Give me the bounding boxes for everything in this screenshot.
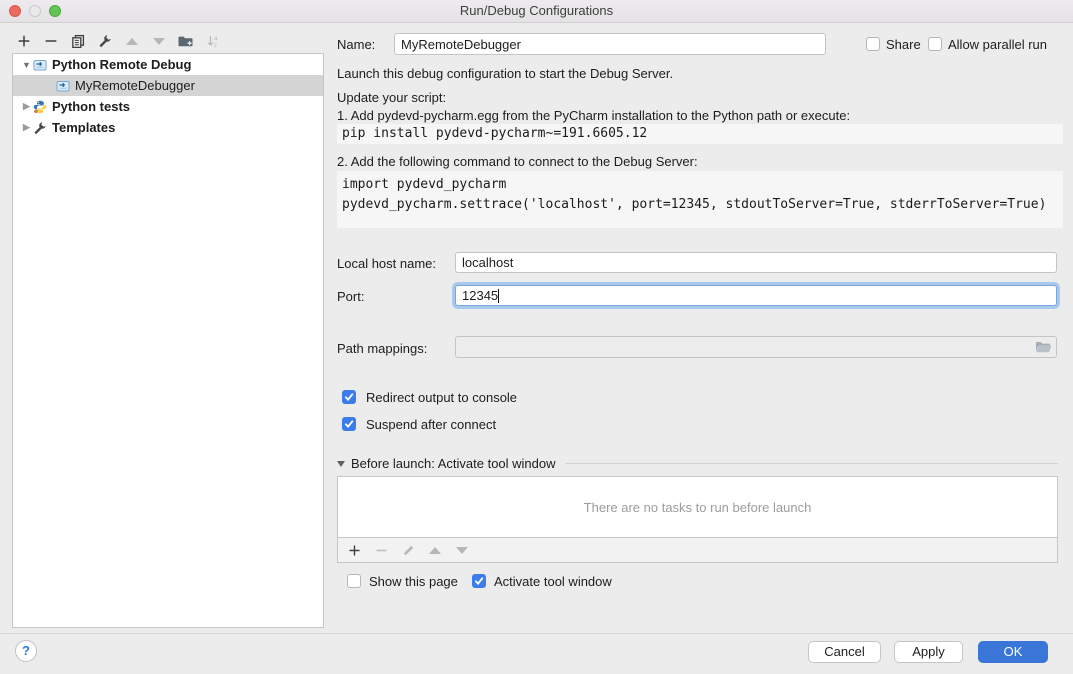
allow-parallel-run-checkbox[interactable]: [928, 37, 942, 51]
minus-icon: [375, 544, 388, 557]
folder-icon: [1035, 340, 1052, 354]
header-rule: [565, 463, 1058, 464]
tree-item-myremotedebugger[interactable]: MyRemoteDebugger: [13, 75, 323, 96]
share-checkbox[interactable]: [866, 37, 880, 51]
suspend-after-connect-checkbox[interactable]: [342, 417, 356, 431]
titlebar[interactable]: Run/Debug Configurations: [0, 0, 1073, 23]
before-launch-task-list[interactable]: There are no tasks to run before launch: [337, 476, 1058, 538]
apply-button[interactable]: Apply: [894, 641, 963, 663]
plus-icon: [348, 544, 361, 557]
name-input[interactable]: [394, 33, 826, 55]
move-down-button[interactable]: [149, 31, 169, 51]
configurations-tree: ▼ Python Remote Debug MyRemoteDebugger ▶…: [12, 53, 324, 628]
activate-tool-window-label: Activate tool window: [494, 574, 612, 589]
pencil-icon: [402, 544, 415, 557]
down-arrow-icon: [153, 38, 165, 45]
local-host-name-input[interactable]: [455, 252, 1057, 273]
up-arrow-icon: [126, 38, 138, 45]
path-mappings-label: Path mappings:: [337, 341, 427, 356]
sort-configurations-button[interactable]: az: [203, 31, 223, 51]
cancel-button[interactable]: Cancel: [808, 641, 881, 663]
up-arrow-icon: [429, 547, 441, 554]
step2-text: 2. Add the following command to connect …: [337, 154, 698, 169]
move-task-down-button[interactable]: [452, 540, 472, 560]
ok-button[interactable]: OK: [978, 641, 1048, 663]
pip-install-code: pip install pydevd-pycharm~=191.6605.12: [337, 124, 1063, 144]
allow-parallel-run-label: Allow parallel run: [948, 37, 1047, 52]
new-folder-icon: [178, 34, 194, 48]
edit-task-button[interactable]: [398, 540, 418, 560]
add-configuration-button[interactable]: [14, 31, 34, 51]
activate-tool-window-checkbox[interactable]: [472, 574, 486, 588]
copy-configuration-button[interactable]: [68, 31, 88, 51]
run-config-icon: [33, 58, 47, 71]
svg-text:a: a: [214, 36, 218, 42]
suspend-after-connect-label: Suspend after connect: [366, 417, 496, 432]
copy-icon: [71, 34, 85, 48]
move-up-button[interactable]: [122, 31, 142, 51]
expand-arrow-icon[interactable]: ▶: [20, 101, 33, 112]
tree-item-label: Python tests: [52, 99, 130, 114]
footer-divider: [0, 633, 1073, 634]
move-task-up-button[interactable]: [425, 540, 445, 560]
before-launch-header[interactable]: Before launch: Activate tool window: [337, 456, 1058, 471]
tree-item-templates[interactable]: ▶ Templates: [13, 117, 323, 138]
redirect-output-checkbox[interactable]: [342, 390, 356, 404]
tree-item-python-remote-debug[interactable]: ▼ Python Remote Debug: [13, 54, 323, 75]
remove-configuration-button[interactable]: [41, 31, 61, 51]
local-host-name-label: Local host name:: [337, 256, 436, 271]
redirect-output-label: Redirect output to console: [366, 390, 517, 405]
intro-text: Launch this debug configuration to start…: [337, 66, 673, 81]
settrace-code-line2: pydevd_pycharm.settrace('localhost', por…: [342, 197, 1046, 212]
update-script-text: Update your script:: [337, 90, 446, 105]
svg-text:z: z: [214, 43, 217, 48]
expand-arrow-icon[interactable]: ▶: [20, 122, 33, 133]
tree-item-label: Python Remote Debug: [52, 57, 191, 72]
tree-item-label: Templates: [52, 120, 115, 135]
minus-icon: [44, 34, 58, 48]
run-config-icon: [56, 79, 70, 92]
settrace-code: import pydevd_pycharm pydevd_pycharm.set…: [337, 171, 1063, 228]
before-launch-toolbar: [337, 537, 1058, 563]
tree-item-python-tests[interactable]: ▶ Python tests: [13, 96, 323, 117]
port-label: Port:: [337, 289, 364, 304]
configurations-toolbar: az: [14, 31, 223, 51]
collapse-arrow-icon[interactable]: [337, 461, 345, 467]
settrace-code-line1: import pydevd_pycharm: [342, 177, 506, 192]
edit-templates-button[interactable]: [95, 31, 115, 51]
wrench-icon: [33, 121, 47, 135]
port-input[interactable]: [455, 285, 1057, 306]
step1-text: 1. Add pydevd-pycharm.egg from the PyCha…: [337, 108, 850, 123]
before-launch-title: Before launch: Activate tool window: [351, 456, 556, 471]
share-label: Share: [886, 37, 921, 52]
empty-task-message: There are no tasks to run before launch: [584, 500, 812, 515]
down-arrow-icon: [456, 547, 468, 554]
tree-item-label: MyRemoteDebugger: [75, 78, 195, 93]
window-title: Run/Debug Configurations: [0, 3, 1073, 18]
wrench-icon: [98, 34, 112, 48]
text-cursor: [498, 289, 499, 303]
plus-icon: [17, 34, 31, 48]
sort-az-icon: az: [206, 34, 220, 48]
remove-task-button[interactable]: [371, 540, 391, 560]
show-this-page-checkbox[interactable]: [347, 574, 361, 588]
help-button[interactable]: ?: [15, 640, 37, 662]
python-icon: [33, 100, 47, 114]
show-this-page-label: Show this page: [369, 574, 458, 589]
name-label: Name:: [337, 37, 375, 52]
collapse-arrow-icon[interactable]: ▼: [20, 60, 33, 70]
browse-path-mappings-button[interactable]: [1035, 340, 1052, 357]
new-folder-button[interactable]: [176, 31, 196, 51]
path-mappings-field[interactable]: [455, 336, 1057, 358]
add-task-button[interactable]: [344, 540, 364, 560]
